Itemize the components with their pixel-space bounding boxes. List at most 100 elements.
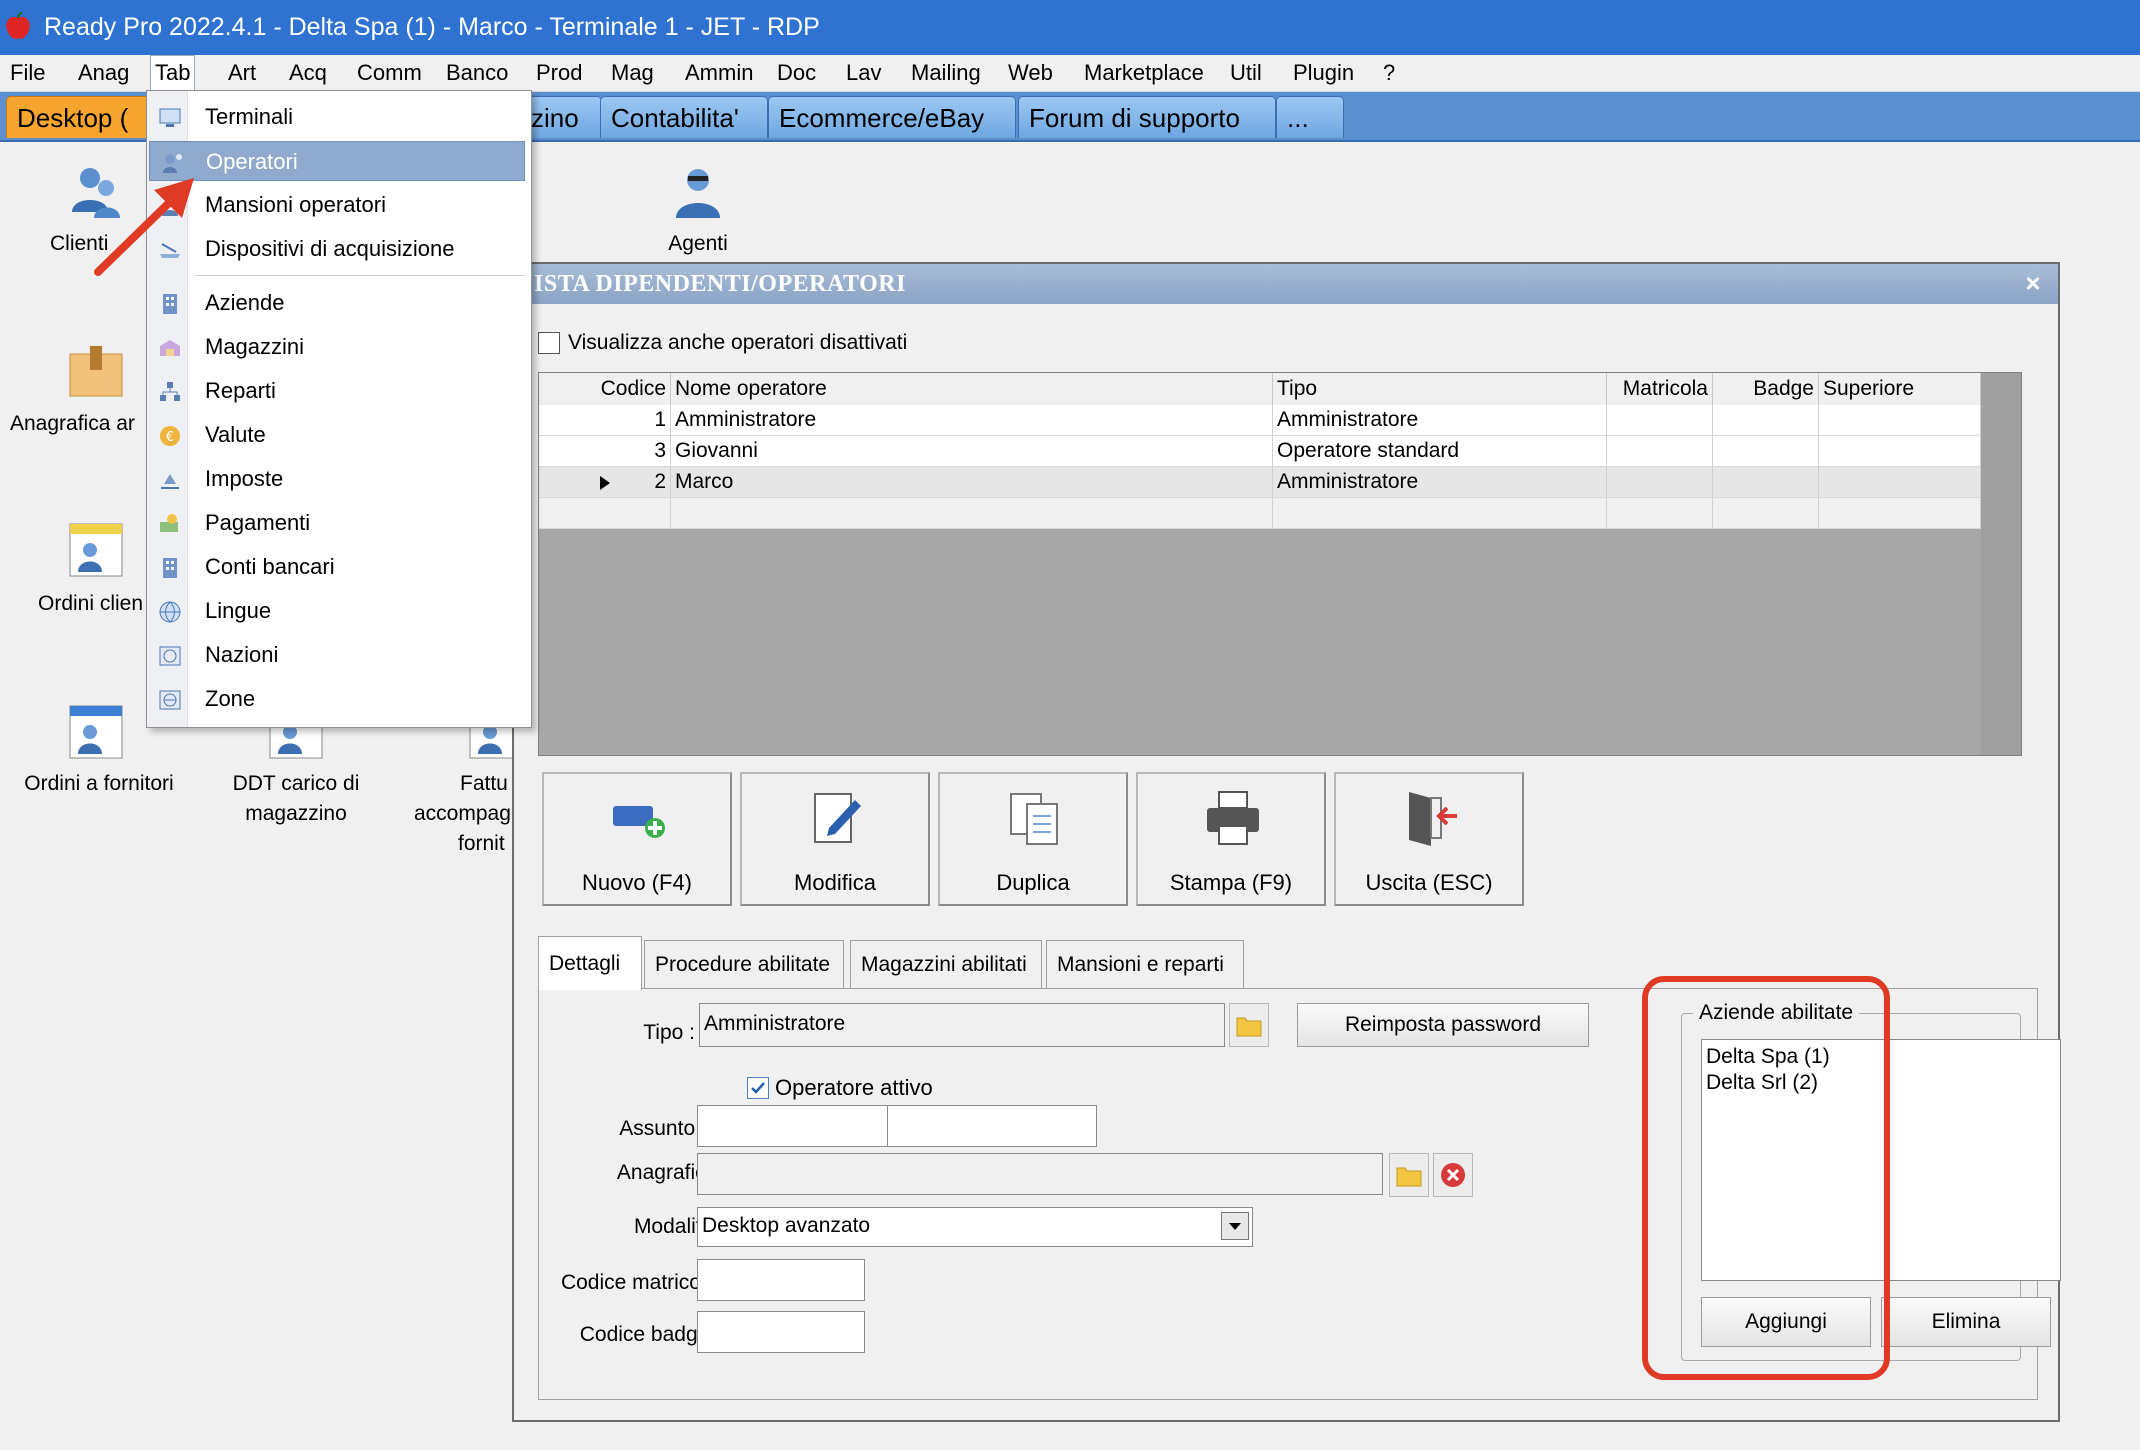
ordini-fornitori-icon[interactable]: [66, 702, 126, 762]
menu-bar: File Anag Tab Art Acq Comm Banco Prod Ma…: [0, 55, 2140, 92]
elimina-button[interactable]: Elimina: [1881, 1297, 2051, 1347]
menu-file[interactable]: File: [6, 55, 49, 91]
menu-marketplace[interactable]: Marketplace: [1080, 55, 1208, 91]
menu-item-terminali[interactable]: Terminali: [147, 97, 531, 137]
anagrafica-browse-button[interactable]: [1389, 1153, 1429, 1197]
menu-item-imposte[interactable]: Imposte: [147, 459, 531, 499]
menu-art[interactable]: Art: [224, 55, 260, 91]
menu-banco[interactable]: Banco: [442, 55, 512, 91]
agenti-icon[interactable]: [668, 162, 728, 222]
menu-anag[interactable]: Anag: [74, 55, 133, 91]
tab-forum[interactable]: Forum di supporto: [1018, 96, 1276, 138]
tab-magazzini-abilitati[interactable]: Magazzini abilitati: [850, 940, 1042, 988]
operatore-attivo-checkbox[interactable]: [747, 1077, 769, 1099]
menu-item-zone[interactable]: Zone: [147, 679, 531, 719]
menu-ammin[interactable]: Ammin: [681, 55, 757, 91]
tab-contabilita[interactable]: Contabilita': [600, 96, 768, 138]
fatture-label-1: Fattu: [460, 772, 508, 795]
tax-icon: [161, 474, 179, 489]
tab-procedure-abilitate[interactable]: Procedure abilitate: [644, 940, 844, 988]
reimposta-password-button[interactable]: Reimposta password: [1297, 1003, 1589, 1047]
tab-ecommerce[interactable]: Ecommerce/eBay: [768, 96, 1016, 138]
svg-text:€: €: [166, 430, 174, 445]
table-row-current[interactable]: 2 Marco Amministratore: [539, 467, 1981, 498]
menu-item-label: Imposte: [205, 466, 284, 491]
column-header-nome[interactable]: Nome operatore: [671, 373, 1273, 405]
duplica-button[interactable]: Duplica: [938, 772, 1128, 906]
menu-item-label: Aziende: [205, 290, 285, 315]
nuovo-button[interactable]: Nuovo (F4): [542, 772, 732, 906]
annotation-arrow-icon: [94, 178, 194, 276]
anagrafica-articoli-icon[interactable]: [66, 340, 126, 400]
folder-icon: [1396, 1167, 1422, 1187]
cell-tipo: Amministratore: [1273, 405, 1607, 435]
codice-matricola-field[interactable]: [697, 1259, 865, 1301]
cell-badge: [1713, 405, 1819, 435]
column-header-codice[interactable]: Codice: [539, 373, 671, 405]
menu-item-magazzini[interactable]: Magazzini: [147, 327, 531, 367]
menu-doc[interactable]: Doc: [773, 55, 820, 91]
dialog-title: ISTA DIPENDENTI/OPERATORI: [534, 271, 906, 297]
cell-empty: [1819, 498, 1981, 528]
codice-badge-field[interactable]: [697, 1311, 865, 1353]
al-field[interactable]: [887, 1105, 1097, 1147]
menu-mag[interactable]: Mag: [607, 55, 658, 91]
modifica-button[interactable]: Modifica: [740, 772, 930, 906]
ddt-carico-label-2: magazzino: [245, 802, 347, 825]
tab-more[interactable]: ...: [1276, 96, 1344, 138]
menu-item-valute[interactable]: € Valute: [147, 415, 531, 455]
tab-dettagli[interactable]: Dettagli: [538, 936, 642, 990]
bank-icon: [163, 558, 177, 578]
show-disabled-checkbox[interactable]: [538, 332, 560, 354]
nuovo-label: Nuovo (F4): [581, 870, 693, 895]
menu-item-reparti[interactable]: Reparti: [147, 371, 531, 411]
menu-item-nazioni[interactable]: Nazioni: [147, 635, 531, 675]
column-header-matricola[interactable]: Matricola: [1607, 373, 1713, 405]
menu-acq[interactable]: Acq: [285, 55, 331, 91]
grid-scrollbar[interactable]: [1981, 373, 2021, 755]
modalita-select[interactable]: Desktop avanzato: [697, 1207, 1253, 1247]
assunto-dal-field[interactable]: [697, 1105, 907, 1147]
column-header-tipo[interactable]: Tipo: [1273, 373, 1607, 405]
uscita-button[interactable]: Uscita (ESC): [1334, 772, 1524, 906]
cell-badge: [1713, 467, 1819, 497]
menu-prod[interactable]: Prod: [532, 55, 586, 91]
cell-superiore: [1819, 436, 1981, 466]
ordini-clienti-icon[interactable]: [66, 520, 126, 580]
dropdown-button[interactable]: [1221, 1212, 1249, 1240]
building-icon: [163, 294, 177, 314]
menu-item-label: Valute: [205, 422, 266, 447]
column-header-badge[interactable]: Badge: [1713, 373, 1819, 405]
terminal-icon: [159, 108, 181, 127]
menu-mailing[interactable]: Mailing: [907, 55, 985, 91]
cell-tipo: Amministratore: [1273, 467, 1607, 497]
column-header-superiore[interactable]: Superiore: [1819, 373, 1981, 405]
menu-help[interactable]: ?: [1379, 55, 1399, 91]
menu-tab[interactable]: Tab: [150, 55, 196, 91]
menu-item-pagamenti[interactable]: Pagamenti: [147, 503, 531, 543]
globe-icon: [159, 646, 181, 666]
zone-icon: [159, 690, 181, 710]
table-row[interactable]: 3 Giovanni Operatore standard: [539, 436, 1981, 467]
menu-plugin[interactable]: Plugin: [1289, 55, 1358, 91]
tipo-browse-button[interactable]: [1229, 1003, 1269, 1047]
stampa-button[interactable]: Stampa (F9): [1136, 772, 1326, 906]
anagrafica-clear-button[interactable]: [1433, 1153, 1473, 1197]
menu-item-lingue[interactable]: Lingue: [147, 591, 531, 631]
modalita-value: Desktop avanzato: [702, 1214, 871, 1237]
menu-util[interactable]: Util: [1226, 55, 1266, 91]
table-row[interactable]: 1 Amministratore Amministratore: [539, 405, 1981, 436]
menu-comm[interactable]: Comm: [353, 55, 426, 91]
tab-mansioni-reparti[interactable]: Mansioni e reparti: [1046, 940, 1244, 988]
cell-matricola: [1607, 436, 1713, 466]
menu-lav[interactable]: Lav: [842, 55, 885, 91]
menu-web[interactable]: Web: [1004, 55, 1057, 91]
anagrafica-field[interactable]: [697, 1153, 1383, 1195]
fatture-label-3: fornit: [458, 832, 505, 855]
tipo-field[interactable]: Amministratore: [699, 1003, 1225, 1047]
close-icon[interactable]: ×: [2018, 268, 2048, 298]
tab-desktop[interactable]: Desktop (: [6, 96, 156, 138]
table-row-empty[interactable]: [539, 498, 1981, 529]
menu-item-conti-bancari[interactable]: Conti bancari: [147, 547, 531, 587]
tab-magazzino[interactable]: zino: [520, 96, 602, 138]
